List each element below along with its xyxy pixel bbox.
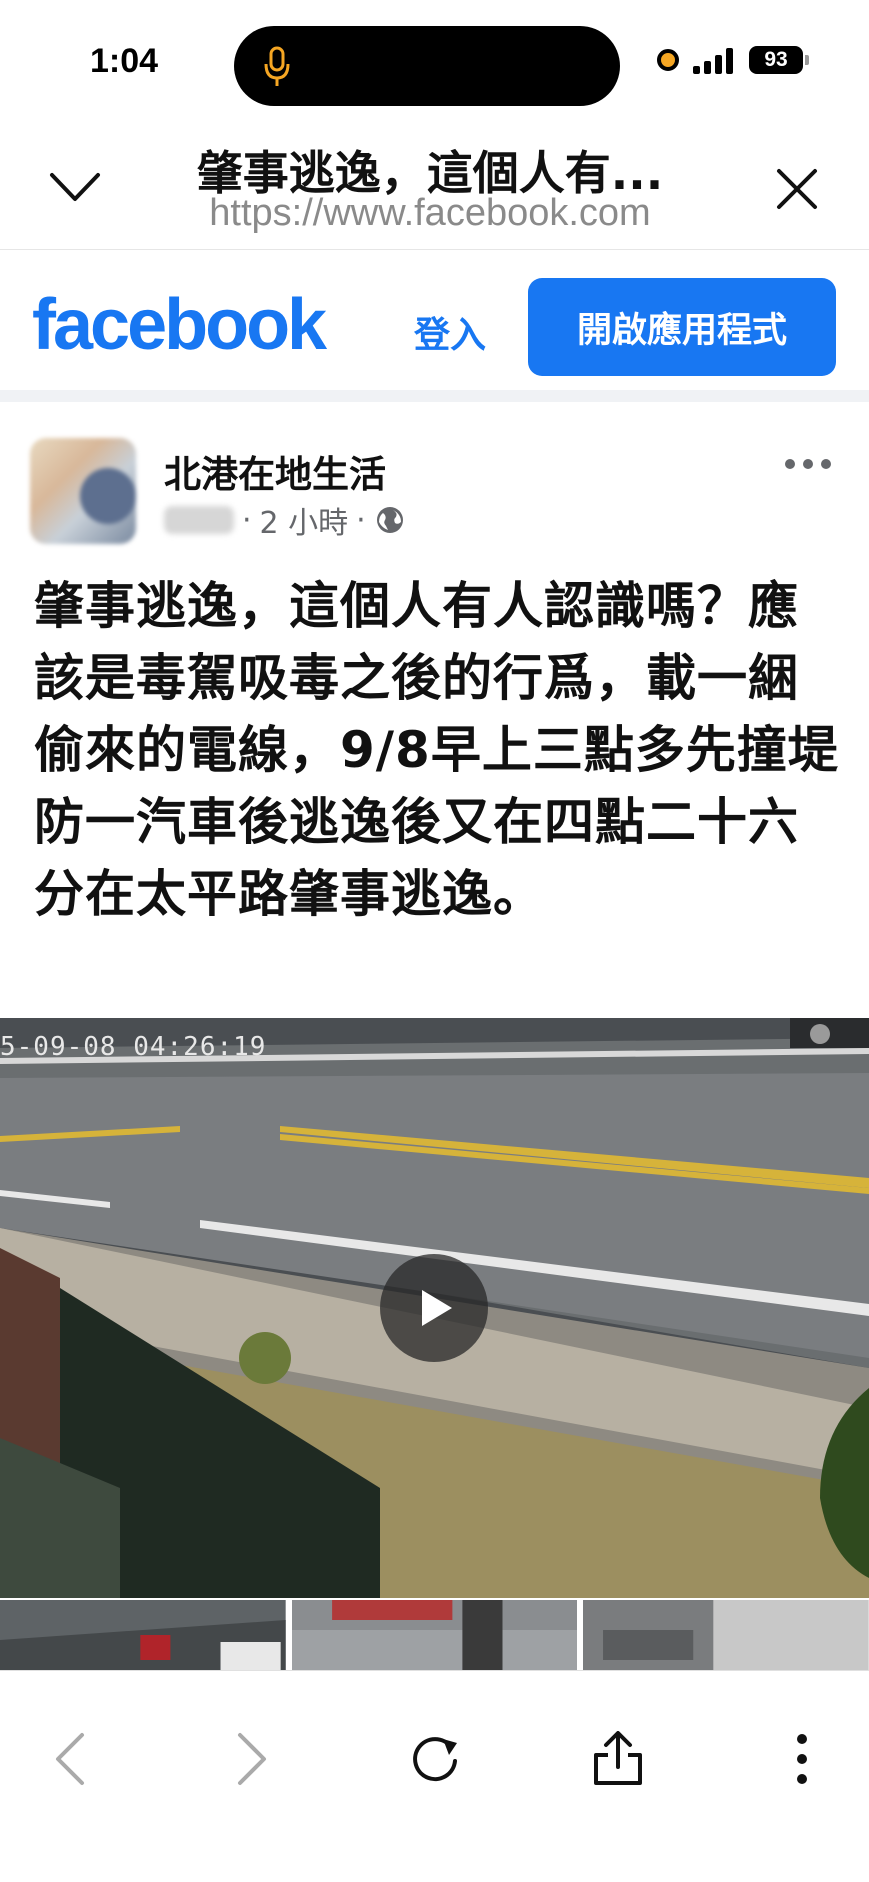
avatar[interactable] (30, 438, 136, 544)
post-video[interactable]: 5-09-08 04:26:19 (0, 1018, 869, 1598)
video-timestamp: 5-09-08 04:26:19 (0, 1032, 267, 1062)
open-app-button[interactable]: 開啟應用程式 (528, 278, 836, 376)
menu-button[interactable] (772, 1729, 832, 1789)
share-icon (594, 1731, 642, 1785)
reload-button[interactable] (405, 1729, 465, 1789)
thumbnail-3[interactable] (583, 1600, 869, 1670)
microphone-icon (264, 46, 290, 86)
back-icon (56, 1733, 84, 1785)
share-button[interactable] (588, 1729, 648, 1789)
blurred-author-name (164, 506, 234, 534)
reload-icon (413, 1737, 457, 1782)
meta-separator: · (242, 502, 252, 538)
browser-title-bar: 肇事逃逸，這個人有... https://www.facebook.com (0, 125, 869, 250)
back-button[interactable] (40, 1729, 100, 1789)
page-url: https://www.facebook.com (209, 192, 651, 234)
facebook-header: facebook 登入 開啟應用程式 (0, 250, 869, 402)
browser-bottom-bar (0, 1670, 869, 1882)
forward-button[interactable] (222, 1729, 282, 1789)
recording-indicator-icon (657, 49, 679, 71)
play-button[interactable] (380, 1254, 488, 1362)
facebook-logo[interactable]: facebook (32, 284, 327, 366)
play-icon (422, 1290, 452, 1326)
thumbnail-1[interactable] (0, 1600, 286, 1670)
status-indicators: 93 (657, 46, 809, 74)
forward-icon (238, 1733, 266, 1785)
thumbnail-2-image (291, 1600, 578, 1670)
globe-icon (376, 507, 403, 533)
meta-separator: · (356, 502, 366, 538)
signal-icon (693, 46, 735, 74)
more-icon[interactable] (785, 454, 831, 474)
menu-icon (797, 1734, 807, 1784)
thumbnail-2[interactable] (291, 1600, 578, 1670)
close-icon[interactable] (773, 165, 821, 213)
status-time: 1:04 (90, 42, 159, 80)
video-thumbnails (0, 1600, 869, 1670)
page-name[interactable]: 北港在地生活 (164, 444, 386, 498)
post-header: 北港在地生活 · 2 小時 · (0, 414, 869, 544)
dynamic-island (234, 26, 620, 106)
thumbnail-1-image (0, 1600, 286, 1670)
chevron-down-icon[interactable] (46, 165, 104, 209)
battery-icon: 93 (749, 46, 809, 74)
post-meta: · 2 小時 · (164, 498, 406, 542)
login-link[interactable]: 登入 (414, 306, 486, 358)
status-bar: 1:04 93 (0, 0, 869, 125)
post-time[interactable]: 2 小時 (260, 498, 349, 542)
thumbnail-3-image (583, 1600, 869, 1670)
post-text: 肇事逃逸，這個人有人認識嗎？應該是毒駕吸毒之後的行爲，載一綑偷來的電線，9/8早… (34, 577, 839, 923)
